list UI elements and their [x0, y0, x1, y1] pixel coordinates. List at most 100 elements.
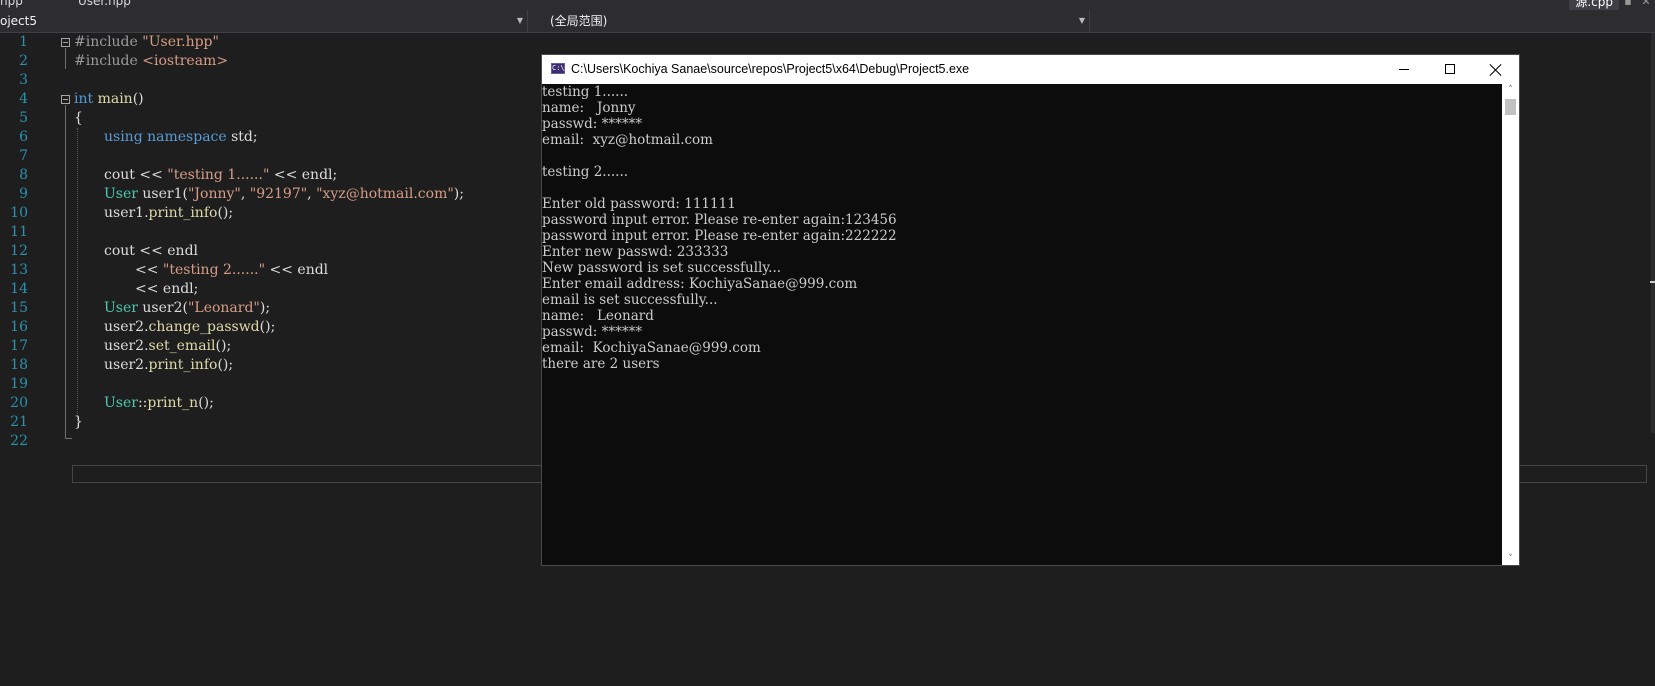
line-number: 11 [10, 224, 28, 240]
line-number: 15 [10, 300, 28, 316]
line-number: 6 [19, 129, 28, 145]
minimize-icon [1399, 69, 1409, 70]
line-number: 10 [10, 205, 28, 221]
tab-user-hpp[interactable]: User.hpp [78, 0, 131, 8]
scope-dropdown[interactable]: (全局范围) ▼ [528, 10, 1090, 32]
line-number: 3 [19, 72, 28, 88]
console-line: password input error. Please re-enter ag… [542, 212, 897, 228]
code-text: (); [259, 319, 276, 335]
member-dropdown[interactable] [1090, 10, 1655, 32]
line-number: 9 [19, 186, 28, 202]
string-token: <iostream> [142, 53, 229, 69]
type-token: User [104, 300, 138, 316]
console-line: email is set successfully... [542, 292, 718, 308]
tab-hpp[interactable]: hpp [0, 0, 23, 8]
console-window[interactable]: C:\ C:\Users\Kochiya Sanae\source\repos\… [542, 55, 1519, 565]
code-text: user2. [104, 338, 149, 354]
line-number: 5 [19, 110, 28, 126]
keyword-token: int [74, 91, 94, 107]
type-token: User [104, 186, 138, 202]
code-line-10: user1.print_info(); [104, 204, 233, 223]
project-dropdown-value: oject5 [0, 14, 37, 28]
code-text: ); [453, 186, 464, 202]
line-number: 17 [10, 338, 28, 354]
chevron-down-icon: ▼ [516, 16, 523, 25]
line-number: 7 [19, 148, 28, 164]
function-token: change_passwd [148, 319, 260, 335]
console-line: there are 2 users [542, 356, 660, 372]
console-scrollbar[interactable]: ˄ ˅ [1502, 84, 1519, 565]
project-dropdown[interactable]: oject5 ▼ [0, 10, 528, 32]
code-text: (); [198, 395, 214, 411]
minimize-button[interactable] [1381, 55, 1427, 84]
fold-guide [65, 105, 66, 438]
code-line-8: cout << "testing 1......" << endl; [104, 166, 337, 185]
code-text: () [132, 91, 144, 107]
console-title-bar[interactable]: C:\ C:\Users\Kochiya Sanae\source\repos\… [542, 55, 1519, 84]
scroll-up-icon[interactable]: ˄ [1502, 84, 1519, 96]
maximize-icon [1445, 64, 1455, 74]
scrollbar-thumb[interactable] [1505, 99, 1516, 115]
close-icon [1489, 63, 1503, 77]
fold-guide [65, 438, 72, 439]
string-token: "testing 1......" [167, 167, 270, 183]
chevron-down-icon: ▼ [1078, 16, 1085, 25]
scroll-down-icon[interactable]: ˅ [1502, 553, 1519, 565]
close-icon[interactable]: ✕ [1637, 0, 1655, 10]
code-line-1: #include "User.hpp" [74, 33, 219, 52]
code-line-14: << endl; [135, 280, 198, 299]
line-number: 18 [10, 357, 28, 373]
code-text: , [240, 186, 250, 202]
line-number: 13 [10, 262, 28, 278]
scrollbar-position-marker [1650, 281, 1655, 283]
keyword-token: using [104, 129, 143, 145]
console-output[interactable]: testing 1...... name: Jonny passwd: ****… [542, 84, 1502, 565]
line-number: 4 [19, 91, 28, 107]
code-text: (); [217, 357, 234, 373]
string-token: "Jonny" [187, 186, 241, 202]
code-text: cout << endl [104, 243, 199, 259]
code-text: (); [217, 205, 234, 221]
code-text: user1. [104, 205, 149, 221]
collapse-icon[interactable] [61, 95, 70, 104]
code-text: cout << [104, 167, 168, 183]
code-line-5: { [74, 109, 83, 128]
pin-icon[interactable]: ▪ [1619, 0, 1637, 10]
console-app-icon[interactable]: C:\ [551, 63, 565, 74]
line-number: 8 [19, 167, 28, 183]
maximize-button[interactable] [1427, 55, 1473, 84]
function-token: print_info [148, 357, 218, 373]
code-line-9: User user1("Jonny", "92197", "xyz@hotmai… [104, 185, 464, 204]
code-line-16: user2.change_passwd(); [104, 318, 275, 337]
editor-scrollbar[interactable] [1651, 33, 1655, 433]
code-text: :: [137, 395, 148, 411]
console-line: password input error. Please re-enter ag… [542, 228, 897, 244]
code-line-17: user2.set_email(); [104, 337, 231, 356]
code-text: << endl; [269, 167, 338, 183]
close-button[interactable] [1473, 55, 1519, 84]
code-line-6: using namespace std; [104, 128, 258, 147]
code-text: } [74, 414, 83, 430]
code-line-4: int main() [74, 90, 144, 109]
collapse-icon[interactable] [61, 38, 70, 47]
code-line-13: << "testing 2......" << endl [135, 261, 328, 280]
console-line: testing 1...... [542, 84, 629, 100]
code-text: << endl; [135, 281, 199, 297]
function-token: set_email [148, 338, 216, 354]
code-text: { [74, 110, 83, 126]
code-text: user2. [104, 319, 149, 335]
console-line: name: Jonny [542, 100, 636, 116]
document-tab-strip: hpp User.hpp 源.cpp ▪ ✕ [0, 0, 1655, 10]
function-token: main [97, 91, 133, 107]
console-line: passwd: ****** [542, 116, 643, 132]
console-line: Enter new passwd: 233333 [542, 244, 729, 260]
code-text: (); [215, 338, 232, 354]
indent-guide [77, 128, 78, 428]
console-line: New password is set successfully... [542, 260, 782, 276]
code-text: << endl [265, 262, 329, 278]
tab-source-cpp[interactable]: 源.cpp [1569, 0, 1619, 10]
code-line-20: User::print_n(); [104, 394, 214, 413]
code-line-12: cout << endl [104, 242, 198, 261]
